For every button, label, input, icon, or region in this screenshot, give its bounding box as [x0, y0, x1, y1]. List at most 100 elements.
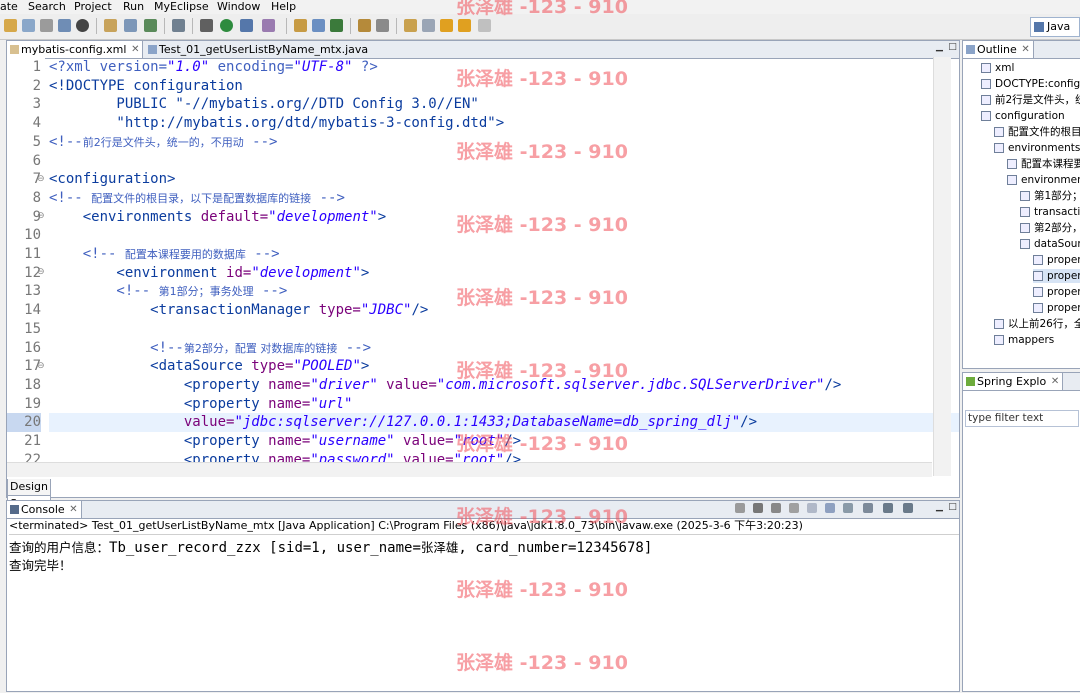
toolbar-separator [286, 18, 287, 34]
watermark-text: 张泽雄 -123 - 910 [456, 68, 628, 90]
scroll-lock-icon[interactable] [807, 503, 817, 513]
new-icon[interactable] [4, 19, 17, 32]
minimize-icon[interactable]: ▁ [934, 502, 945, 513]
menu-window[interactable]: Window [217, 0, 260, 14]
pin-icon[interactable] [478, 19, 491, 32]
record-icon[interactable] [76, 19, 89, 32]
perspective-java[interactable]: Java [1030, 17, 1080, 37]
line-number: 17 [24, 358, 41, 375]
outline-node[interactable]: 配置本课程要 [1007, 157, 1080, 171]
outline-node[interactable]: environmen [1007, 173, 1080, 187]
outline-node[interactable]: 第2部分， [1020, 221, 1080, 235]
line-number-gutter: 1 2 3 4 5 6 7 8 9 10 11 12 13 14 15 16 1… [7, 58, 45, 497]
display-console-icon[interactable] [883, 503, 893, 513]
outline-node[interactable]: 配置文件的根目 [994, 125, 1080, 139]
code-line: <property name="username" value="root"/> [49, 433, 522, 449]
new-class-icon[interactable] [330, 19, 343, 32]
external-tools-icon[interactable] [262, 19, 275, 32]
spring-filter-input[interactable]: type filter text [965, 410, 1079, 427]
tab-design[interactable]: Design [7, 479, 51, 496]
outline-node[interactable]: 第1部分； [1020, 189, 1080, 203]
open-icon[interactable] [58, 19, 71, 32]
fold-toggle-icon[interactable]: ⊖ [37, 174, 45, 184]
maximize-icon[interactable]: □ [947, 502, 958, 513]
toolbar-separator [164, 18, 165, 34]
pin-console-icon[interactable] [863, 503, 873, 513]
clear-console-icon[interactable] [789, 503, 799, 513]
code-line: <!DOCTYPE configuration [49, 77, 243, 94]
outline-node[interactable]: configuration [981, 109, 1065, 123]
menu-run[interactable]: Run [123, 0, 144, 14]
editor-vertical-scrollbar[interactable] [933, 57, 951, 476]
outline-node[interactable]: 以上前26行，全 [994, 317, 1080, 331]
editor-horizontal-scrollbar[interactable] [7, 462, 932, 477]
deploy-icon[interactable] [124, 19, 137, 32]
menu-file[interactable]: ate [0, 0, 18, 14]
outline-node[interactable]: DOCTYPE:configu [981, 77, 1080, 91]
menu-project[interactable]: Project [74, 0, 112, 14]
package-icon[interactable] [104, 19, 117, 32]
open-type-icon[interactable] [358, 19, 371, 32]
print-icon[interactable] [40, 19, 53, 32]
tab-spring-explorer[interactable]: Spring Explo ✕ [963, 373, 1064, 390]
new-java-project-icon[interactable] [294, 19, 307, 32]
code-line: <property name="url" [49, 395, 353, 412]
forward-icon[interactable] [458, 19, 471, 32]
outline-panel: Outline ✕ xml DOCTYPE:configu 前2行是文件头，统 … [962, 40, 1080, 369]
element-icon [1020, 207, 1030, 217]
menu-search[interactable]: Search [28, 0, 66, 14]
outline-node[interactable]: mappers [994, 333, 1054, 347]
outline-node[interactable]: dataSour [1020, 237, 1080, 251]
server-icon[interactable] [144, 19, 157, 32]
outline-node[interactable]: xml [981, 61, 1014, 75]
remove-launch-icon[interactable] [753, 503, 763, 513]
show-stdout-icon[interactable] [843, 503, 853, 513]
word-wrap-icon[interactable] [825, 503, 835, 513]
remove-all-icon[interactable] [771, 503, 781, 513]
close-icon[interactable]: ✕ [1021, 41, 1029, 58]
java-file-icon [148, 45, 157, 54]
terminate-icon[interactable] [735, 503, 745, 513]
line-number: 12 [24, 264, 41, 281]
tab-mybatis-config[interactable]: mybatis-config.xml ✕ [7, 41, 144, 58]
fold-toggle-icon[interactable]: ⊖ [37, 361, 45, 371]
outline-node[interactable]: proper [1033, 301, 1080, 315]
tab-test-java[interactable]: Test_01_getUserListByName_mtx.java [145, 41, 384, 58]
close-icon[interactable]: ✕ [131, 41, 139, 58]
close-icon[interactable]: ✕ [69, 501, 77, 518]
tab-label: Test_01_getUserListByName_mtx.java [159, 43, 369, 56]
run-icon[interactable] [220, 19, 233, 32]
debug-icon[interactable] [200, 19, 213, 32]
minimize-icon[interactable]: ▁ [934, 42, 945, 53]
outline-node[interactable]: 前2行是文件头，统 [981, 93, 1080, 107]
spring-tab-strip: Spring Explo ✕ [963, 373, 1080, 391]
outline-node[interactable]: environments [994, 141, 1080, 155]
outline-node[interactable]: proper [1033, 285, 1080, 299]
maximize-icon[interactable]: □ [947, 42, 958, 53]
comment-icon [1020, 191, 1030, 201]
menu-help[interactable]: Help [271, 0, 296, 14]
outline-node[interactable]: proper [1033, 253, 1080, 267]
new-package-icon[interactable] [312, 19, 325, 32]
perspective-label: Java [1047, 20, 1071, 33]
outline-node-selected[interactable]: proper [1033, 269, 1080, 283]
open-console-icon[interactable] [903, 503, 913, 513]
code-line: <?xml version="1.0" encoding="UTF-8" ?> [49, 59, 378, 75]
search-icon[interactable] [376, 19, 389, 32]
browser-icon[interactable] [172, 19, 185, 32]
watermark-text: 张泽雄 -123 - 910 [456, 0, 628, 18]
annotation-icon[interactable] [404, 19, 417, 32]
close-icon[interactable]: ✕ [1051, 373, 1059, 390]
save-icon[interactable] [22, 19, 35, 32]
comment-icon [981, 95, 991, 105]
tab-console[interactable]: Console ✕ [7, 501, 82, 518]
next-annotation-icon[interactable] [422, 19, 435, 32]
outline-node[interactable]: transactio [1020, 205, 1080, 219]
fold-toggle-icon[interactable]: ⊖ [37, 211, 45, 221]
tab-outline[interactable]: Outline ✕ [963, 41, 1034, 58]
menu-myeclipse[interactable]: MyEclipse [154, 0, 209, 14]
back-icon[interactable] [440, 19, 453, 32]
coverage-icon[interactable] [240, 19, 253, 32]
fold-toggle-icon[interactable]: ⊖ [37, 267, 45, 277]
console-divider [9, 534, 959, 535]
